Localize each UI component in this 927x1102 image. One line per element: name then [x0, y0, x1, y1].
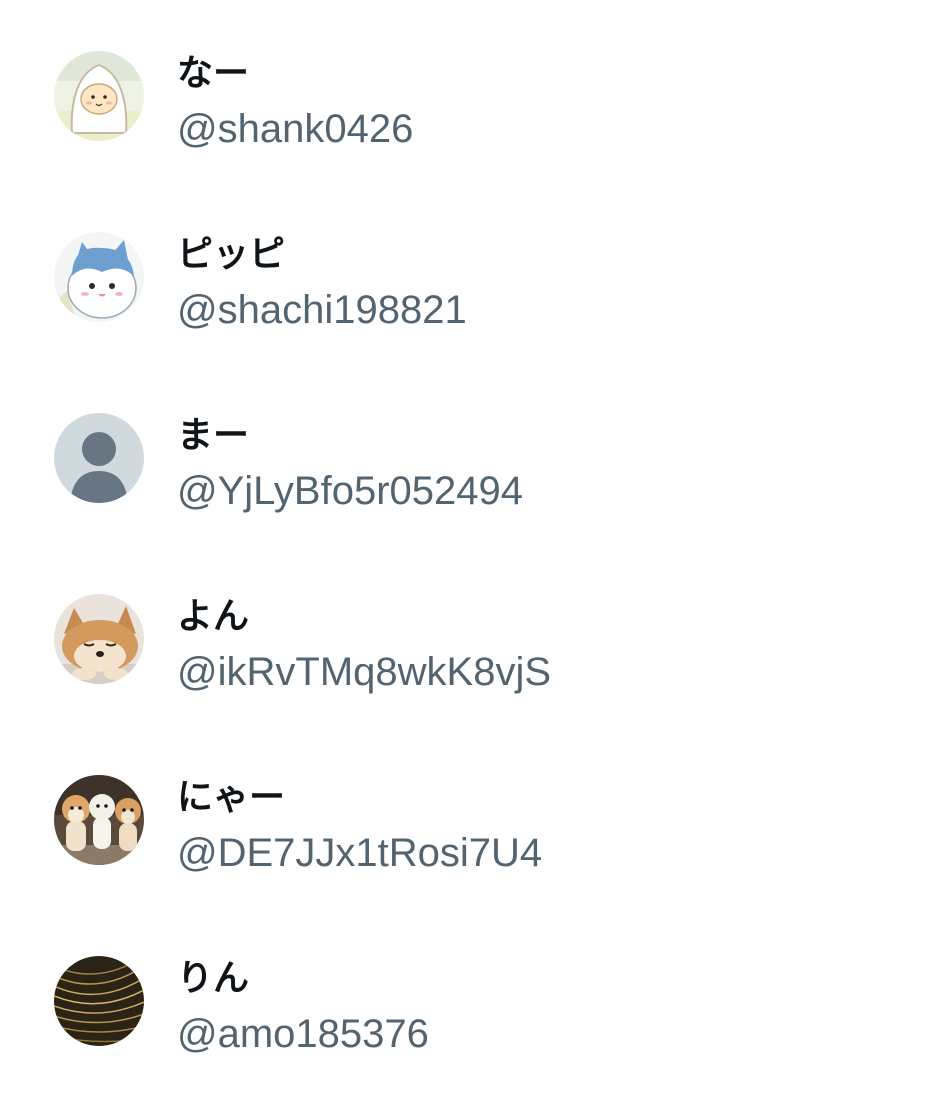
user-row-2[interactable]: ピッピ @shachi198821 [0, 181, 927, 362]
user-row-6[interactable]: りん @amo185376 [0, 905, 927, 1086]
user-row-4[interactable]: よん @ikRvTMq8wkK8vjS [0, 543, 927, 724]
user-handle[interactable]: @amo185376 [177, 1012, 429, 1056]
display-name[interactable]: ピッピ [177, 235, 285, 275]
user-handle[interactable]: @DE7JJx1tRosi7U4 [177, 831, 542, 875]
display-name[interactable]: よん [177, 597, 249, 637]
display-name[interactable]: りん [177, 959, 249, 999]
user-handle[interactable]: @shank0426 [177, 107, 413, 151]
sleeping-shiba-dog-icon[interactable] [54, 594, 144, 684]
user-row-3[interactable]: まー @YjLyBfo5r052494 [0, 362, 927, 543]
cartoon-character-hood-icon[interactable] [54, 51, 144, 141]
three-puppies-icon[interactable] [54, 775, 144, 865]
cartoon-cat-character-icon[interactable] [54, 232, 144, 322]
display-name[interactable]: にゃー [177, 778, 285, 818]
default-person-icon[interactable] [54, 413, 144, 503]
user-handle[interactable]: @ikRvTMq8wkK8vjS [177, 650, 551, 694]
user-handle[interactable]: @shachi198821 [177, 288, 467, 332]
display-name[interactable]: なー [177, 54, 249, 94]
golden-light-lines-icon[interactable] [54, 956, 144, 1046]
user-row-1[interactable]: なー @shank0426 [0, 0, 927, 181]
user-handle[interactable]: @YjLyBfo5r052494 [177, 469, 523, 513]
display-name[interactable]: まー [177, 416, 249, 456]
user-row-5[interactable]: にゃー @DE7JJx1tRosi7U4 [0, 724, 927, 905]
